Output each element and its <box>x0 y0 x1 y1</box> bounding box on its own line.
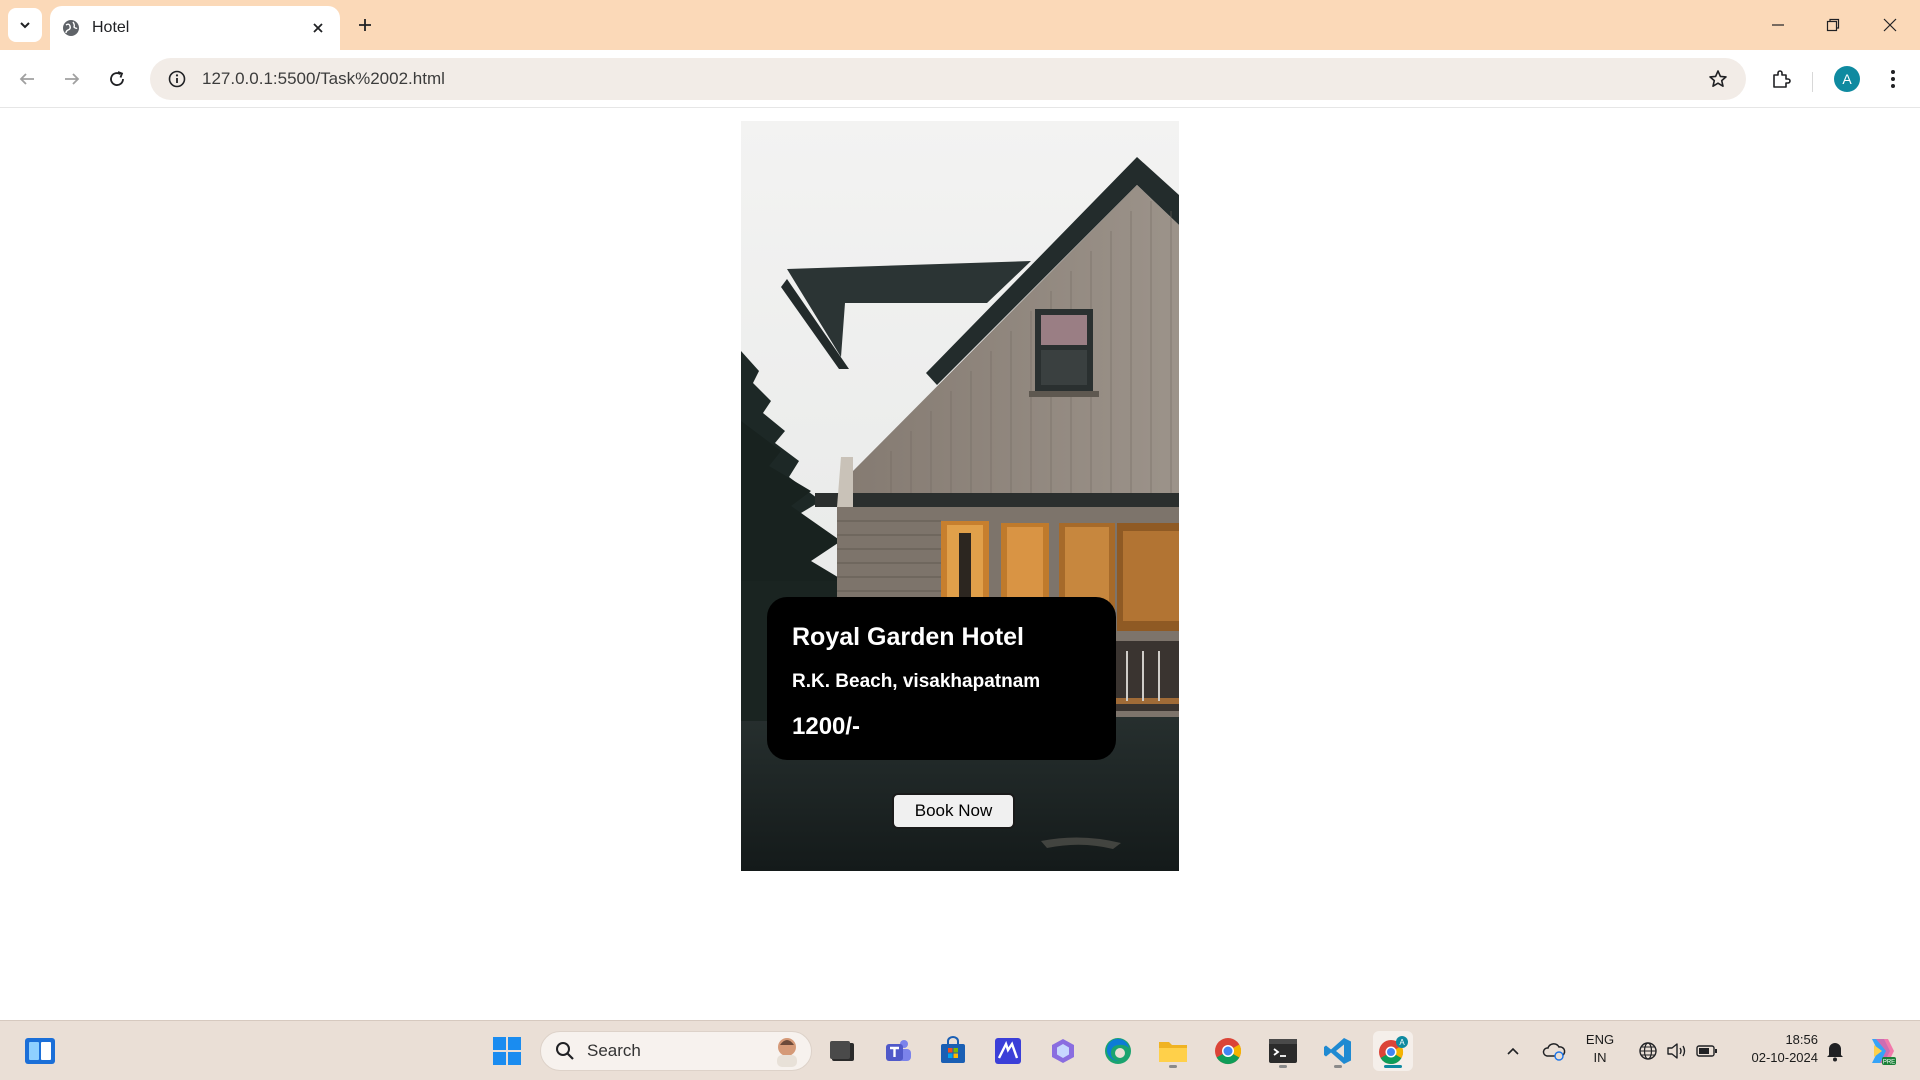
svg-text:PRE: PRE <box>1883 1060 1895 1066</box>
puzzle-icon <box>1773 70 1791 88</box>
chevron-down-icon <box>20 22 30 29</box>
notifications-button[interactable] <box>1815 1031 1855 1071</box>
restore-button[interactable] <box>1815 10 1851 40</box>
arrow-right-icon <box>65 73 80 85</box>
running-indicator <box>1169 1065 1177 1068</box>
tab-search-button[interactable] <box>8 8 42 42</box>
bookmark-button[interactable] <box>1698 58 1738 100</box>
terminal-button[interactable] <box>1263 1031 1303 1071</box>
restore-icon <box>1826 18 1840 32</box>
more-vertical-icon <box>1891 70 1895 88</box>
teams-button[interactable] <box>878 1031 918 1071</box>
chrome-profile-icon: A <box>1379 1036 1408 1065</box>
store-icon <box>941 1036 965 1063</box>
folder-icon <box>1159 1042 1187 1062</box>
new-tab-button[interactable] <box>352 12 378 38</box>
forward-button[interactable] <box>57 64 87 94</box>
store-button[interactable] <box>933 1031 973 1071</box>
tab-hotel[interactable]: Hotel <box>50 6 340 50</box>
app-icon <box>995 1038 1021 1064</box>
onedrive-button[interactable] <box>1534 1031 1574 1071</box>
task-view-button[interactable] <box>822 1031 862 1071</box>
chrome-button[interactable] <box>1208 1031 1248 1071</box>
clock-date: 02-10-2024 <box>1751 1050 1819 1065</box>
start-button[interactable] <box>487 1031 527 1071</box>
tab-strip: Hotel <box>0 0 1920 50</box>
windows-icon <box>493 1037 521 1065</box>
running-indicator <box>1279 1065 1287 1068</box>
close-icon <box>1883 18 1897 32</box>
star-icon <box>1709 70 1727 87</box>
globe-icon <box>1639 1042 1657 1060</box>
hotel-card: Royal Garden Hotel R.K. Beach, visakhapa… <box>741 121 1179 871</box>
copilot-icon <box>1052 1039 1074 1063</box>
search-icon <box>556 1042 574 1060</box>
hotel-name: Royal Garden Hotel <box>792 623 1024 651</box>
search-placeholder: Search <box>587 1041 641 1060</box>
svg-text:A: A <box>1399 1038 1405 1047</box>
plus-icon <box>359 19 371 31</box>
copilot-button[interactable] <box>1043 1031 1083 1071</box>
vscode-icon <box>1324 1038 1351 1064</box>
search-highlight-icon <box>777 1038 797 1067</box>
running-indicator <box>1384 1065 1402 1068</box>
hotel-price: 1200/- <box>792 713 861 740</box>
profile-button[interactable]: A <box>1832 64 1862 94</box>
extensions-button[interactable] <box>1766 64 1796 94</box>
menu-button[interactable] <box>1878 64 1908 94</box>
minimize-icon <box>1772 24 1784 26</box>
url-text[interactable]: 127.0.0.1:5500/Task%2002.html <box>202 69 1698 89</box>
reload-button[interactable] <box>102 64 132 94</box>
close-window-button[interactable] <box>1872 10 1908 40</box>
page-viewport: Royal Garden Hotel R.K. Beach, visakhapa… <box>0 108 1920 1020</box>
tab-close-button[interactable] <box>308 18 328 38</box>
edge-icon <box>1105 1038 1131 1064</box>
avatar: A <box>1834 66 1860 92</box>
language-code: ENG <box>1585 1032 1615 1047</box>
chrome-profile-button[interactable]: A <box>1373 1031 1413 1071</box>
clock-time: 18:56 <box>1785 1032 1818 1047</box>
minimize-button[interactable] <box>1760 10 1796 40</box>
teams-icon <box>886 1040 911 1061</box>
arrow-left-icon <box>19 73 34 85</box>
tray-overflow-button[interactable] <box>1493 1031 1533 1071</box>
address-bar[interactable]: 127.0.0.1:5500/Task%2002.html <box>150 58 1746 100</box>
copilot-pre-button[interactable]: PRE <box>1860 1031 1900 1071</box>
chrome-icon <box>1215 1038 1242 1065</box>
terminal-icon <box>1269 1039 1297 1063</box>
bell-icon <box>1827 1043 1843 1062</box>
globe-icon <box>63 20 79 36</box>
close-icon <box>313 23 323 33</box>
taskbar: Search A ENG IN 18:56 02-10-2024 PRE <box>0 1020 1920 1080</box>
copilot-colorful-icon: PRE <box>1872 1039 1896 1066</box>
tab-title: Hotel <box>92 19 130 36</box>
info-icon <box>168 70 186 88</box>
battery-icon <box>1696 1045 1717 1057</box>
app-button[interactable] <box>988 1031 1028 1071</box>
toolbar-separator <box>1812 72 1813 92</box>
widgets-icon <box>25 1038 55 1064</box>
chevron-up-icon <box>1507 1047 1519 1055</box>
running-indicator <box>1334 1065 1342 1068</box>
clock[interactable]: 18:56 02-10-2024 <box>1728 1031 1819 1067</box>
book-now-button[interactable]: Book Now <box>892 793 1015 829</box>
battery-button[interactable] <box>1687 1031 1727 1071</box>
taskbar-search[interactable]: Search <box>540 1031 812 1071</box>
widgets-button[interactable] <box>20 1031 60 1071</box>
speaker-icon <box>1667 1043 1686 1059</box>
file-explorer-icon <box>830 1041 854 1061</box>
hotel-info-box: Royal Garden Hotel R.K. Beach, visakhapa… <box>767 597 1116 760</box>
reload-icon <box>110 71 124 86</box>
browser-toolbar: 127.0.0.1:5500/Task%2002.html A <box>0 50 1920 108</box>
back-button[interactable] <box>12 64 42 94</box>
site-info-button[interactable] <box>156 58 198 100</box>
hotel-location: R.K. Beach, visakhapatnam <box>792 671 1041 692</box>
folder-button[interactable] <box>1153 1031 1193 1071</box>
language-indicator[interactable]: ENG IN <box>1578 1031 1622 1067</box>
edge-button[interactable] <box>1098 1031 1138 1071</box>
region-code: IN <box>1593 1050 1607 1065</box>
cloud-sync-icon <box>1542 1043 1566 1061</box>
vscode-button[interactable] <box>1318 1031 1358 1071</box>
